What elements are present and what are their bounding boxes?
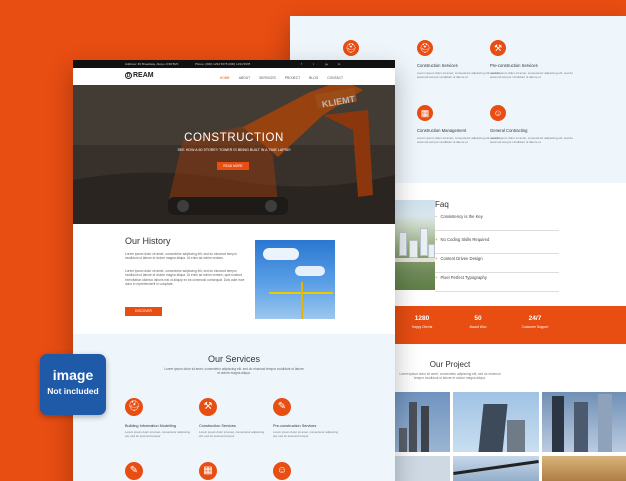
stat-label: Customer Support	[521, 325, 549, 329]
service-desc: Lorem ipsum dolor sit amet, consectetur …	[125, 430, 191, 438]
facebook-icon[interactable]: f	[301, 62, 302, 66]
hero-subtitle: SEE HOW A 60 STOREY TOWER IS BEING BUILT…	[177, 148, 291, 152]
plus-icon: +	[435, 256, 438, 261]
services-section: Our Services Lorem ipsum dolor sit amet,…	[73, 334, 395, 481]
navbar: D REAM HOME ABOUT SERVICES PROJECT BLOG C…	[73, 68, 395, 86]
hammer-icon: ⚒	[199, 398, 217, 416]
google-plus-icon[interactable]: g+	[325, 62, 328, 66]
read-more-button[interactable]: READ MORE	[217, 162, 249, 170]
service-desc: Lorem ipsum dolor sit amet, consectetur …	[199, 430, 265, 438]
service-desc: Lorem ipsum dolor sit amet, consectetur …	[490, 71, 573, 79]
faq-title: Faq	[435, 200, 449, 209]
service-desc: Lorem ipsum dolor sit amet, consectetur …	[273, 430, 339, 438]
service-card: ⚒ Construction Services Lorem ipsum dolo…	[199, 398, 269, 439]
project-photo[interactable]	[542, 392, 626, 452]
services-subtitle: Lorem ipsum dolor sit amet, consectetur …	[164, 367, 304, 376]
stat-value: 24/7	[528, 315, 542, 322]
nav-home[interactable]: HOME	[220, 76, 230, 80]
service-title: Pre-construction Services	[490, 63, 538, 68]
service-card: ⛑ Building Information Modelling Lorem i…	[125, 398, 195, 439]
service-card: ⚒ Pre-construction Services Lorem ipsum …	[490, 40, 582, 79]
building-icon: ▦	[417, 105, 433, 121]
faq-item-label: Consistency is the Key	[440, 214, 483, 219]
nav-project[interactable]: PROJECT	[285, 76, 300, 80]
front-page-mockup: Address: 60 Broadway, Aksyo Jl.98 BVF Ph…	[73, 60, 395, 481]
project-photo[interactable]	[542, 456, 626, 481]
badge-line-2: Not included	[47, 386, 99, 396]
faq-item[interactable]: + No Coding Skills Required	[435, 237, 559, 254]
logo-mark: D	[125, 72, 132, 79]
nav-contact[interactable]: CONTACT	[327, 76, 343, 80]
nav-about[interactable]: ABOUT	[239, 76, 250, 80]
history-crane-image	[255, 240, 335, 319]
minus-icon: −	[435, 214, 438, 219]
history-title: Our History	[125, 236, 171, 246]
history-paragraph-1: Lorem ipsum dolor sit amet, consectetur …	[125, 252, 237, 261]
service-card: ✎ Pre-construction Services Lorem ipsum …	[273, 398, 343, 439]
users-icon: ☺	[490, 105, 506, 121]
helmet-icon: ⛑	[343, 40, 359, 56]
history-paragraph-2: Lorem ipsum dolor sit amet, consectetur …	[125, 269, 245, 286]
twitter-icon[interactable]: t	[313, 62, 314, 66]
hero-excavator-image: KLIEMT	[73, 85, 395, 224]
stat-label: Happy Clients	[411, 325, 433, 329]
faq-item[interactable]: − Consistency is the Key	[435, 214, 559, 231]
tools-icon: ✎	[273, 398, 291, 416]
project-photo[interactable]	[395, 456, 450, 481]
discover-button[interactable]: DISCOVER	[125, 307, 162, 316]
image-not-included-badge: image Not included	[40, 354, 106, 415]
project-photo[interactable]	[453, 456, 539, 481]
service-desc: Lorem ipsum dolor sit amet, consectetur …	[490, 136, 573, 144]
plus-icon: +	[435, 275, 438, 280]
building-icon: ▦	[199, 462, 217, 480]
linkedin-icon[interactable]: in	[338, 62, 340, 66]
nav-services[interactable]: SERVICES	[259, 76, 276, 80]
stat-value: 1280	[414, 315, 430, 322]
service-title: Construction Services	[199, 424, 236, 428]
helmet-icon: ⛑	[417, 40, 433, 56]
hero-title: CONSTRUCTION	[184, 132, 284, 144]
top-bar: Address: 60 Broadway, Aksyo Jl.98 BVF Ph…	[73, 60, 395, 68]
faq-item-label: Pixel Perfect Typography	[440, 275, 487, 280]
main-nav: HOME ABOUT SERVICES PROJECT BLOG CONTACT	[220, 76, 343, 80]
nav-blog[interactable]: BLOG	[309, 76, 318, 80]
plus-icon: +	[435, 237, 438, 242]
mockup-stage: ⛑ ⛑ Construction Services Lorem ipsum do…	[0, 0, 626, 481]
service-title: General Contracting	[490, 128, 528, 133]
project-subtitle: Lorem ipsum dolor sit amet, consectetur …	[399, 372, 501, 380]
badge-line-1: image	[52, 367, 94, 383]
project-photo[interactable]	[395, 392, 450, 452]
address-text: Address: 60 Broadway, Aksyo Jl.98 BVF	[125, 62, 179, 66]
faq-item[interactable]: + Pixel Perfect Typography	[435, 275, 559, 292]
service-title: Pre-construction Services	[273, 424, 317, 428]
hammer-icon: ⚒	[490, 40, 506, 56]
service-title: Building Information Modelling	[125, 424, 176, 428]
logo[interactable]: D REAM	[125, 72, 154, 79]
stat-label: Award Won	[469, 325, 487, 329]
faq-item-label: No Coding Skills Required	[440, 237, 490, 242]
stat-award-won: 50 Award Won	[448, 315, 508, 329]
faq-item-label: Content Driven Design	[440, 256, 483, 261]
service-card: ☺ General Contracting Lorem ipsum dolor …	[490, 105, 582, 144]
project-photo[interactable]	[453, 392, 539, 452]
helmet-icon: ⛑	[125, 398, 143, 416]
stat-happy-clients: 1280 Happy Clients	[392, 315, 452, 329]
users-icon: ☺	[273, 462, 291, 480]
stat-value: 50	[474, 315, 482, 322]
pencil-icon: ✎	[125, 462, 143, 480]
phone-text: Phone: (000) 1234 5678 (000) 1234 5678	[195, 62, 251, 66]
logo-text: REAM	[133, 72, 154, 79]
services-title: Our Services	[207, 354, 260, 364]
hero-section: KLIEMT CONSTRUCTION SEE HOW A 60 STOREY …	[73, 85, 395, 224]
faq-city-image	[393, 200, 435, 290]
project-title: Our Project	[429, 360, 471, 369]
stat-customer-support: 24/7 Customer Support	[505, 315, 565, 329]
faq-item[interactable]: + Content Driven Design	[435, 256, 559, 273]
